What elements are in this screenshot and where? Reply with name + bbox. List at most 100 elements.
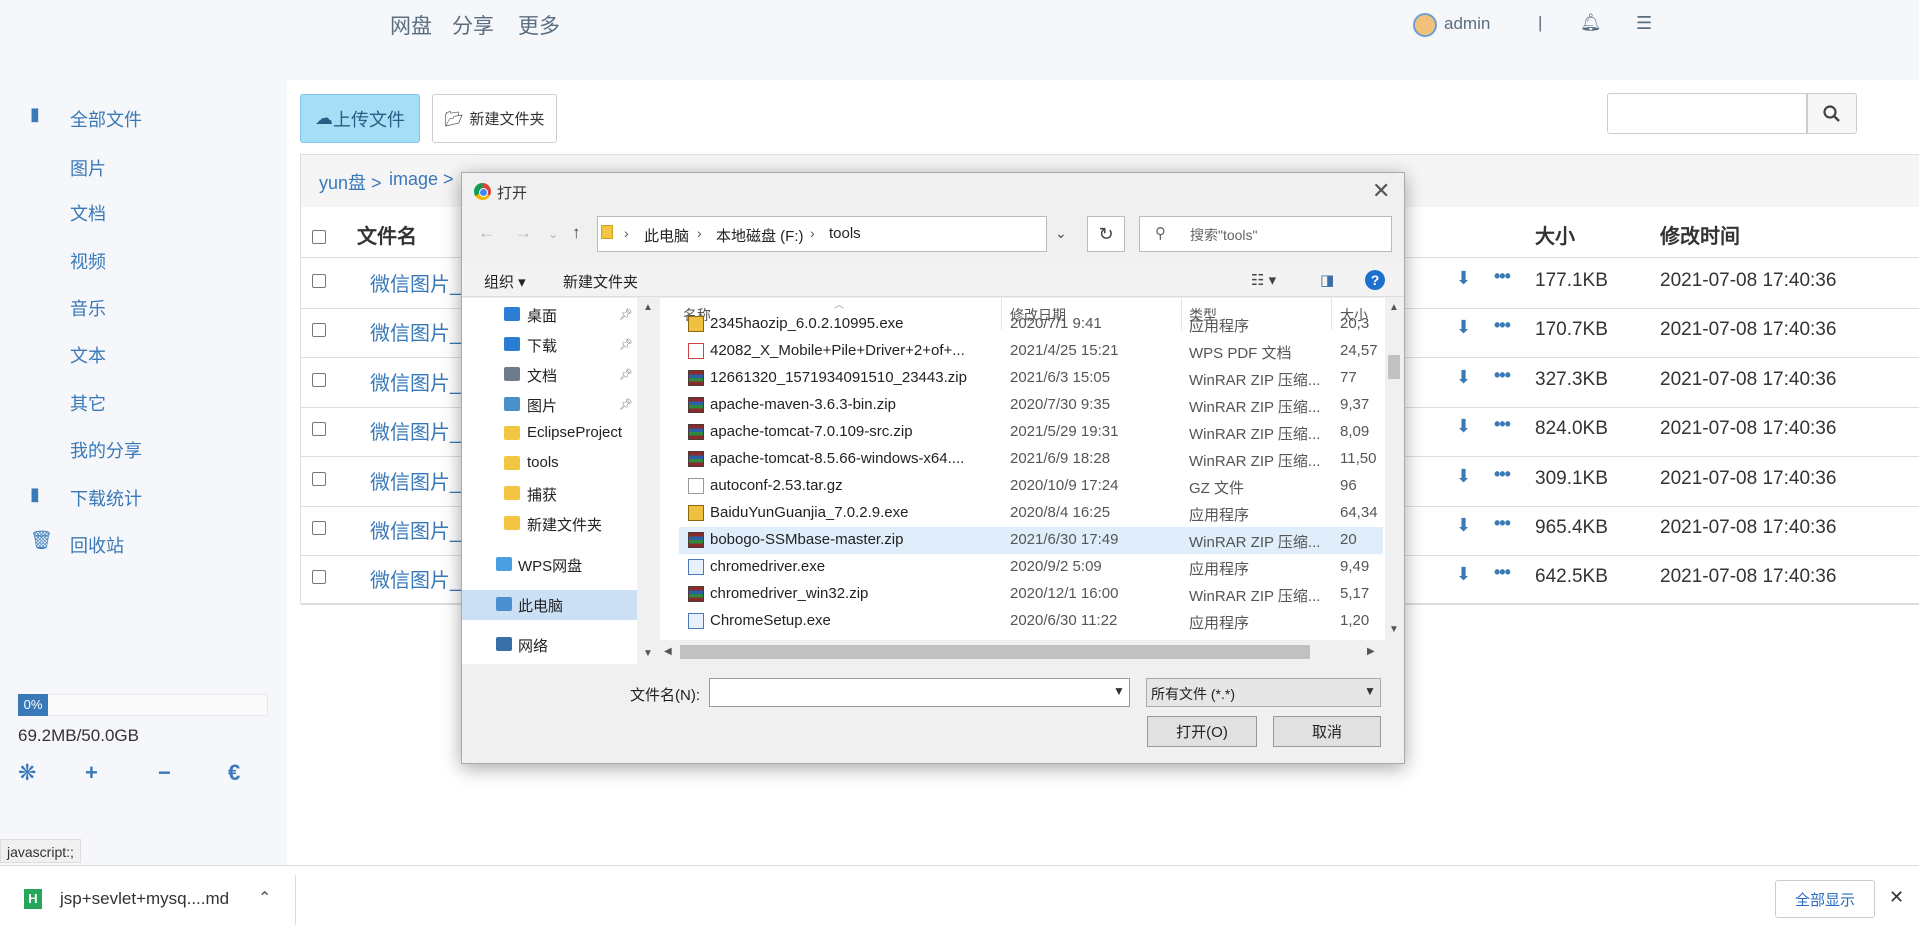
nav-netdisk[interactable]: 网盘 — [390, 10, 432, 40]
upload-button[interactable]: ☁ 上传文件 — [300, 94, 420, 143]
sidebar-item-music[interactable]: 音乐 — [70, 295, 106, 321]
show-all-button[interactable]: 全部显示 — [1775, 880, 1875, 918]
more-options-icon[interactable]: ••• — [1494, 464, 1511, 485]
sidebar-item-images[interactable]: 图片 — [70, 155, 106, 181]
select-all-checkbox[interactable] — [312, 230, 326, 244]
chevron-up-icon[interactable]: ⌃ — [258, 888, 271, 908]
nav-item[interactable]: EclipseProject — [527, 424, 622, 441]
row-checkbox[interactable] — [312, 422, 326, 436]
file-name-link[interactable]: 微信图片_ — [370, 416, 461, 445]
user-name[interactable]: admin — [1444, 14, 1490, 34]
nav-more[interactable]: 更多 — [518, 10, 560, 40]
scroll-left-icon[interactable]: ◀ — [664, 646, 672, 657]
euro-icon[interactable]: € — [228, 760, 240, 786]
row-checkbox[interactable] — [312, 274, 326, 288]
sidebar-item-all-files[interactable]: 全部文件 — [70, 106, 142, 132]
sidebar-item-documents[interactable]: 文档 — [70, 200, 106, 226]
more-options-icon[interactable]: ••• — [1494, 365, 1511, 386]
nav-item[interactable]: 此电脑 — [518, 595, 563, 616]
back-arrow-icon[interactable]: ← — [478, 223, 495, 243]
nav-item[interactable]: tools — [527, 454, 559, 471]
scroll-up-icon[interactable]: ▲ — [1389, 302, 1399, 313]
nav-scrollbar[interactable] — [637, 298, 657, 664]
pin-icon[interactable]: 📌︎ — [619, 398, 633, 411]
row-checkbox[interactable] — [312, 472, 326, 486]
download-item-name[interactable]: jsp+sevlet+mysq....md — [60, 889, 229, 909]
close-icon[interactable]: ✕ — [1372, 178, 1390, 204]
sidebar-item-text[interactable]: 文本 — [70, 342, 106, 368]
more-options-icon[interactable]: ••• — [1494, 266, 1511, 287]
sidebar-item-recycle-bin[interactable]: 回收站 — [70, 532, 124, 558]
file-name-link[interactable]: 微信图片_ — [370, 317, 461, 346]
more-options-icon[interactable]: ••• — [1494, 414, 1511, 435]
file-item-name[interactable]: bobogo-SSMbase-master.zip — [710, 531, 903, 548]
row-checkbox[interactable] — [312, 570, 326, 584]
pin-icon[interactable]: 📌︎ — [619, 338, 633, 351]
plus-icon[interactable]: + — [85, 760, 98, 786]
scrollbar-thumb[interactable] — [680, 645, 1310, 659]
minus-icon[interactable]: − — [158, 760, 171, 786]
row-checkbox[interactable] — [312, 373, 326, 387]
more-options-icon[interactable]: ••• — [1494, 315, 1511, 336]
new-folder-button[interactable]: 📂︎ 新建文件夹 — [432, 94, 557, 143]
new-folder-button[interactable]: 新建文件夹 — [563, 271, 638, 292]
forward-arrow-icon[interactable]: → — [515, 223, 532, 243]
scroll-up-icon[interactable]: ▲ — [643, 302, 653, 313]
breadcrumb-root[interactable]: yun盘 > — [319, 169, 382, 195]
address-tools[interactable]: tools — [829, 225, 861, 242]
file-item-name[interactable]: BaiduYunGuanjia_7.0.2.9.exe — [710, 504, 909, 521]
download-icon[interactable]: ⬇ — [1456, 416, 1471, 437]
nav-item[interactable]: 捕获 — [527, 484, 557, 505]
scroll-right-icon[interactable]: ▶ — [1367, 646, 1375, 657]
sidebar-item-videos[interactable]: 视频 — [70, 248, 106, 274]
pin-icon[interactable]: 📌︎ — [619, 308, 633, 321]
close-icon[interactable]: ✕ — [1889, 887, 1904, 908]
address-drive[interactable]: 本地磁盘 (F:) — [716, 225, 804, 246]
dialog-search-input[interactable] — [1139, 216, 1392, 252]
address-this-pc[interactable]: 此电脑 — [644, 225, 689, 246]
sidebar-item-my-shares[interactable]: 我的分享 — [70, 437, 142, 463]
scrollbar-thumb[interactable] — [1388, 355, 1400, 379]
download-icon[interactable]: ⬇ — [1456, 564, 1471, 585]
sidebar-item-other[interactable]: 其它 — [70, 390, 106, 416]
preview-pane-icon[interactable]: ◨ — [1320, 271, 1334, 289]
nav-item[interactable]: 桌面 — [527, 305, 557, 326]
file-name-link[interactable]: 微信图片_ — [370, 268, 461, 297]
filename-input[interactable] — [709, 678, 1130, 707]
organize-menu[interactable]: 组织 ▾ — [484, 271, 526, 292]
row-checkbox[interactable] — [312, 521, 326, 535]
more-options-icon[interactable]: ••• — [1494, 562, 1511, 583]
file-item-name[interactable]: chromedriver_win32.zip — [710, 585, 868, 602]
breadcrumb-image[interactable]: image > — [389, 169, 454, 190]
row-checkbox[interactable] — [312, 323, 326, 337]
file-vertical-scrollbar[interactable] — [1385, 298, 1403, 640]
chevron-down-icon[interactable]: ⌄ — [1055, 225, 1067, 242]
more-options-icon[interactable]: ••• — [1494, 513, 1511, 534]
refresh-button[interactable]: ↻ — [1087, 216, 1125, 252]
chevron-down-icon[interactable]: ▼ — [1113, 684, 1125, 698]
file-item-name[interactable]: apache-tomcat-7.0.109-src.zip — [710, 423, 913, 440]
file-item-name[interactable]: ChromeSetup.exe — [710, 612, 831, 629]
file-type-select[interactable]: 所有文件 (*.*) — [1146, 678, 1381, 707]
file-item-name[interactable]: apache-tomcat-8.5.66-windows-x64.... — [710, 450, 964, 467]
nav-share[interactable]: 分享 — [452, 10, 494, 40]
nav-item[interactable]: 网络 — [518, 635, 548, 656]
file-name-link[interactable]: 微信图片_ — [370, 466, 461, 495]
nav-item[interactable]: 文档 — [527, 365, 557, 386]
search-input[interactable] — [1607, 93, 1807, 134]
scroll-down-icon[interactable]: ▼ — [643, 648, 653, 659]
download-icon[interactable]: ⬇ — [1456, 367, 1471, 388]
file-item-name[interactable]: apache-maven-3.6.3-bin.zip — [710, 396, 896, 413]
file-name-link[interactable]: 微信图片_ — [370, 564, 461, 593]
nav-item[interactable]: 下载 — [527, 335, 557, 356]
file-item-name[interactable]: autoconf-2.53.tar.gz — [710, 477, 843, 494]
list-icon[interactable]: ☰ — [1636, 13, 1652, 34]
column-divider[interactable] — [1181, 298, 1182, 330]
download-icon[interactable]: ⬇ — [1456, 466, 1471, 487]
scroll-down-icon[interactable]: ▼ — [1389, 624, 1399, 635]
column-divider[interactable] — [1001, 298, 1002, 330]
file-item-name[interactable]: 2345haozip_6.0.2.10995.exe — [710, 315, 904, 332]
column-divider[interactable] — [1331, 298, 1332, 330]
avatar-icon[interactable] — [1413, 13, 1437, 37]
download-icon[interactable]: ⬇ — [1456, 317, 1471, 338]
